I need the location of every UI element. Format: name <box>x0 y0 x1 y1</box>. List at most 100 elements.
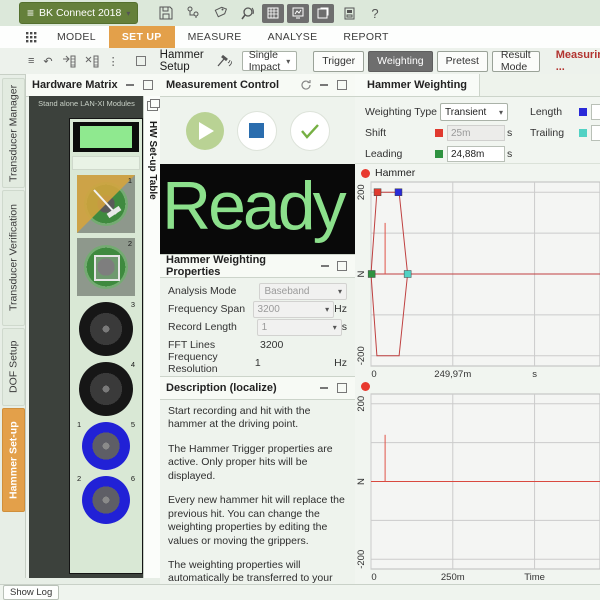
impact-mode-dropdown[interactable]: Single Impact ▾ <box>242 51 298 71</box>
bnc-connector <box>79 362 133 416</box>
kebab-menu-icon[interactable]: ⋮ <box>108 52 119 70</box>
app-menu-button[interactable]: ≡ BK Connect 2018 ▾ <box>19 2 138 24</box>
channel-number: 5 <box>131 420 135 429</box>
trailing-input[interactable] <box>591 125 600 141</box>
weighting-window-chart[interactable]: 0249,97ms200N-200 <box>355 180 600 380</box>
show-log-button[interactable]: Show Log <box>3 585 59 600</box>
titlebar: ≡ BK Connect 2018 ▾ ? <box>0 0 600 27</box>
layout-view-icon[interactable] <box>312 4 334 23</box>
float-panel-icon[interactable] <box>147 101 158 111</box>
monitor-view-icon[interactable] <box>287 4 309 23</box>
frequency-resolution-value: 1 <box>255 357 334 369</box>
shift-input[interactable] <box>447 125 505 141</box>
sidebar-item-dof-setup[interactable]: DOF Setup <box>2 328 25 406</box>
frequency-span-value: 3200 <box>258 304 280 315</box>
save-icon[interactable] <box>154 3 178 23</box>
channel-5-connector[interactable]: 1 5 <box>74 416 138 470</box>
search-refresh-icon[interactable] <box>235 3 259 23</box>
chevron-down-icon: ▾ <box>126 9 130 18</box>
expand-window-icon[interactable] <box>136 52 146 70</box>
leading-input[interactable] <box>447 146 505 162</box>
frequency-span-select[interactable]: 3200▾ <box>253 301 335 318</box>
hammer-weighting-header: Hammer Weighting <box>355 74 600 97</box>
frequency-resolution-label: Frequency Resolution <box>168 351 255 375</box>
accept-measurement-button[interactable] <box>290 111 330 151</box>
length-input[interactable] <box>591 104 600 120</box>
result-mode-button[interactable]: Result Mode <box>492 51 540 72</box>
record-length-label: Record Length <box>168 321 257 333</box>
delete-rows-icon[interactable] <box>85 52 99 70</box>
tab-model[interactable]: MODEL <box>44 26 109 48</box>
svg-text:s: s <box>532 369 537 380</box>
hw-setup-table-tab[interactable]: HW Set-up Table <box>147 121 158 200</box>
svg-text:N: N <box>356 270 367 277</box>
trigger-button[interactable]: Trigger <box>313 51 364 72</box>
app-title: BK Connect 2018 <box>39 7 121 19</box>
svg-text:-200: -200 <box>356 346 367 365</box>
channel-number: 2 <box>128 239 132 248</box>
channel-1-hammer-connector[interactable]: 1 <box>77 175 135 233</box>
channel-4-connector[interactable]: 4 <box>74 356 138 416</box>
workflow-icon[interactable] <box>181 3 205 23</box>
help-button[interactable]: ? <box>371 6 378 21</box>
undo-icon[interactable]: ↶ <box>43 52 52 70</box>
ribbon-tab-bar: MODEL SET UP MEASURE ANALYSE REPORT <box>0 26 600 49</box>
weighting-button[interactable]: Weighting <box>368 51 433 72</box>
apps-grid-icon[interactable] <box>18 26 44 48</box>
pin-icon[interactable] <box>317 79 331 91</box>
unit-label: Hz <box>334 357 347 369</box>
channel-6-connector[interactable]: 2 6 <box>74 470 138 524</box>
shift-unit: s <box>507 127 512 139</box>
tab-measure[interactable]: MEASURE <box>175 26 255 48</box>
sidebar-item-hammer-set-up[interactable]: Hammer Set-up <box>2 408 25 512</box>
frequency-resolution-row: Frequency Resolution 1 Hz <box>160 354 355 372</box>
shift-marker <box>435 129 443 137</box>
module-label-strip <box>72 156 140 170</box>
tab-report[interactable]: REPORT <box>330 26 401 48</box>
weighting-type-select[interactable]: Transient ▾ <box>440 103 508 121</box>
menu-icon[interactable]: ≡ <box>28 52 34 70</box>
lanxi-module[interactable]: 1 2 3 4 <box>69 118 143 574</box>
fft-lines-label: FFT Lines <box>168 339 260 351</box>
grid-view-icon[interactable] <box>262 4 284 23</box>
channel-3-connector[interactable]: 3 <box>74 296 138 356</box>
pin-icon[interactable] <box>123 79 137 91</box>
description-paragraph: The Hammer Trigger properties are active… <box>168 443 347 483</box>
channel-number: 3 <box>131 300 135 309</box>
module-group-label: Stand alone LAN-XI Modules <box>29 96 144 108</box>
stop-measurement-button[interactable] <box>237 111 277 151</box>
channel-2-accelerometer-connector[interactable]: 2 <box>77 238 135 296</box>
maximize-icon[interactable] <box>335 79 349 91</box>
tab-set-up[interactable]: SET UP <box>109 26 175 48</box>
tab-analyse[interactable]: ANALYSE <box>255 26 331 48</box>
maximize-icon[interactable] <box>335 382 349 394</box>
maximize-icon[interactable] <box>141 79 155 91</box>
weighting-type-label: Weighting Type <box>365 106 437 118</box>
trailing-marker <box>579 129 587 137</box>
maximize-icon[interactable] <box>336 260 349 272</box>
hammer-weighting-properties-header: Hammer Weighting Properties <box>160 254 355 278</box>
sidebar-item-transducer-verification[interactable]: Transducer Verification <box>2 190 25 326</box>
analysis-mode-label: Analysis Mode <box>168 285 259 297</box>
pretest-button[interactable]: Pretest <box>437 51 488 72</box>
unit-label: s <box>342 321 347 333</box>
insert-rows-icon[interactable] <box>62 52 76 70</box>
svg-text:-200: -200 <box>356 550 367 569</box>
task-toolbar: ≡ ↶ ⋮ Hammer Setup Single Impact ▾ Trigg… <box>0 48 600 75</box>
hammer-pulse-chart[interactable]: 0250mTime200N-200 <box>355 392 600 583</box>
svg-text:Time: Time <box>524 572 545 583</box>
refresh-icon[interactable] <box>299 79 313 91</box>
module-lcd-screen <box>80 126 132 148</box>
unit-label: Hz <box>334 303 347 315</box>
weighting-type-value: Transient <box>445 107 486 118</box>
sidebar-item-transducer-manager[interactable]: Transducer Manager <box>2 78 25 188</box>
analysis-mode-select[interactable]: Baseband▾ <box>259 283 347 300</box>
record-length-select[interactable]: 1▾ <box>257 319 342 336</box>
pin-icon[interactable] <box>317 382 331 394</box>
pulse-chart-legend <box>355 380 600 392</box>
analysis-mode-value: Baseband <box>264 286 309 297</box>
start-measurement-button[interactable] <box>186 112 224 150</box>
pin-icon[interactable] <box>319 260 332 272</box>
report-view-icon[interactable] <box>337 3 361 23</box>
tag-icon[interactable] <box>208 3 232 23</box>
